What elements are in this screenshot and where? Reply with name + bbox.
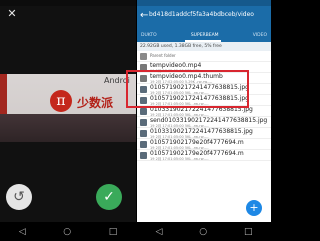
list-item[interactable]: 010571902179e20f4777694.m 19 2月 17:01:05… — [137, 150, 271, 161]
captured-photo-preview: π 少数派 Androi — [0, 74, 136, 142]
camera-crop-screen: ✕ π 少数派 Androi ↺ ✓ ◁ ○ □ — [0, 0, 136, 241]
preview-dark-area — [0, 114, 136, 142]
app-header: ← bd418d1addcf5fa3a4bdbceb/video DUKTO S… — [137, 0, 271, 42]
undo-button[interactable]: ↺ — [6, 184, 32, 210]
confirm-button[interactable]: ✓ — [96, 184, 122, 210]
list-item[interactable]: send010331902172241477638815.jpg 19 2月 1… — [137, 117, 271, 128]
file-name: 010571902179e20f4777694.m — [150, 150, 244, 157]
tab-video[interactable]: VIDEO — [253, 30, 267, 42]
nav-back-icon[interactable]: ◁ — [19, 227, 26, 237]
list-item[interactable]: 010331902172241477638815.jpg 19 2月 17:01… — [137, 128, 271, 139]
status-bar — [137, 0, 271, 6]
nav-recents-icon[interactable]: □ — [109, 227, 118, 237]
list-item[interactable]: Parent folder — [137, 51, 271, 62]
status-bar — [0, 0, 136, 6]
folder-icon — [140, 53, 147, 60]
file-name: 010331902172241477638815.jpg — [150, 128, 253, 135]
file-manager-screen: ← bd418d1addcf5fa3a4bdbceb/video DUKTO S… — [137, 0, 271, 241]
tab-dukto[interactable]: DUKTO — [141, 30, 157, 42]
brand-logo-text: 少数派 — [77, 96, 114, 110]
navigation-bar: ◁ ○ □ — [0, 222, 136, 241]
image-file-icon — [140, 141, 147, 148]
check-icon: ✓ — [103, 189, 115, 205]
nav-home-icon[interactable]: ○ — [63, 227, 71, 237]
file-name: tempvideo0.mp4 — [150, 62, 202, 69]
image-file-icon — [140, 130, 147, 137]
file-name: send010331902172241477638815.jpg — [150, 117, 268, 124]
file-name: Parent folder — [150, 53, 176, 58]
highlight-box — [126, 70, 249, 108]
pi-logo-icon: π — [50, 90, 72, 112]
nav-back-icon[interactable]: ◁ — [155, 227, 162, 237]
add-button[interactable]: + — [246, 200, 262, 216]
list-item[interactable]: 010571902179e20f4777694.m 19 2月 17:01:05… — [137, 139, 271, 150]
image-file-icon — [140, 108, 147, 115]
folder-path: bd418d1addcf5fa3a4bdbceb/video — [149, 11, 254, 18]
back-arrow-icon[interactable]: ← — [140, 10, 148, 22]
nav-recents-icon[interactable]: □ — [244, 227, 253, 237]
undo-icon: ↺ — [13, 189, 25, 205]
screenshot: ✕ π 少数派 Androi ↺ ✓ ◁ ○ □ ← bd418d1addcf5… — [0, 0, 271, 241]
nav-home-icon[interactable]: ○ — [199, 227, 207, 237]
file-name: 010571902179e20f4777694.m — [150, 139, 244, 146]
image-file-icon — [140, 119, 147, 126]
image-file-icon — [140, 152, 147, 159]
file-meta: 19 2月 17:01:05:00 5KL -rw-rw---- — [150, 157, 209, 161]
close-icon[interactable]: ✕ — [6, 8, 18, 20]
storage-info: 22.92GB used, 1.38GB free, 5% free — [137, 42, 271, 51]
navigation-bar: ◁ ○ □ — [137, 222, 271, 241]
